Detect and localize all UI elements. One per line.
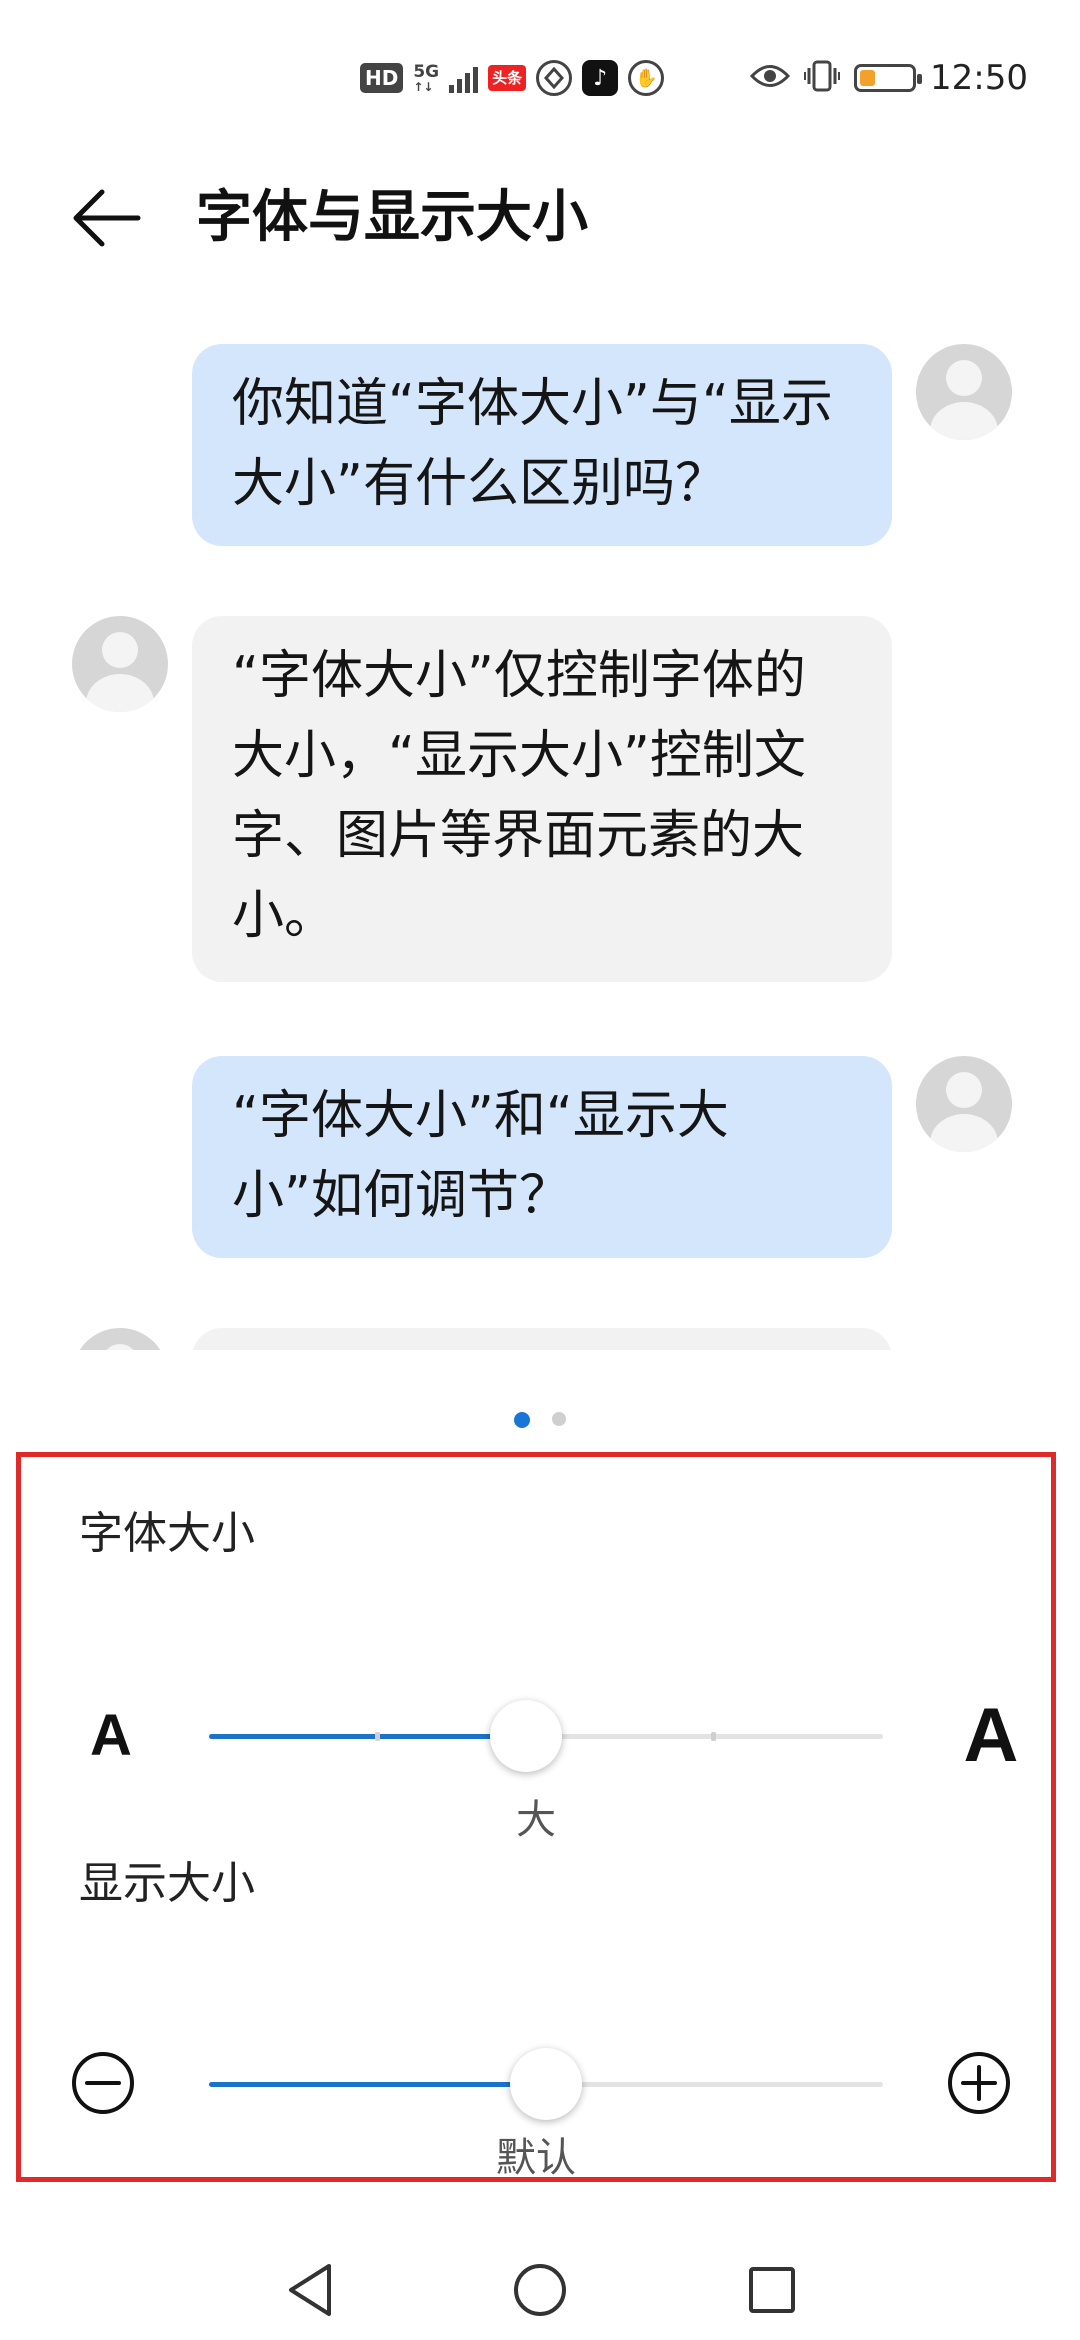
page-indicator (0, 1412, 1080, 1428)
font-size-value: 大 (516, 1797, 556, 1843)
status-right-icons: 12:50 (749, 56, 1028, 100)
chat-bubble-3: “字体大小”和“显示大小”如何调节？ (192, 1056, 892, 1258)
system-nav-bar (0, 2240, 1080, 2340)
nav-back-button[interactable] (270, 2250, 350, 2330)
display-size-slider[interactable] (209, 2048, 883, 2120)
page-dot-1[interactable] (514, 1412, 530, 1428)
display-size-slider-thumb[interactable] (510, 2048, 582, 2120)
toutiao-icon: 头条 (488, 65, 527, 91)
font-small-glyph: A (90, 1702, 132, 1768)
font-large-glyph: A (963, 1692, 1019, 1778)
nav-recents-button[interactable] (732, 2250, 812, 2330)
nav-home-button[interactable] (500, 2250, 580, 2330)
chat-text-2: “字体大小”仅控制字体的大小，“显示大小”控制文字、图片等界面元素的大小。 (232, 646, 806, 946)
font-size-tick-1 (375, 1732, 380, 1741)
battery-icon (854, 64, 923, 92)
back-arrow-icon (73, 189, 141, 247)
clock: 12:50 (930, 58, 1028, 98)
chat-bubble-1: 你知道“字体大小”与“显示大小”有什么区别吗？ (192, 344, 892, 546)
avatar-other (72, 616, 168, 712)
avatar-me-2 (916, 1056, 1012, 1152)
plus-circle-icon[interactable] (929, 2033, 1029, 2133)
display-size-label: 显示大小 (79, 1858, 255, 1909)
app-header: 字体与显示大小 (0, 150, 1080, 280)
chat-text-3: “字体大小”和“显示大小”如何调节？ (232, 1086, 729, 1226)
hd-icon: HD (360, 63, 404, 93)
status-bar: HD 5G ↑↓ 头条 ♪ ✋ 12:50 (0, 0, 1080, 150)
font-size-slider-fill (209, 1734, 526, 1739)
avatar-me (916, 344, 1012, 440)
app-icon (536, 60, 573, 96)
battery-level (860, 70, 876, 86)
network-type: 5G ↑↓ (413, 61, 440, 94)
home-circle-icon (514, 2264, 566, 2316)
font-size-label: 字体大小 (79, 1508, 255, 1559)
status-left-icons: HD 5G ↑↓ 头条 ♪ ✋ (360, 56, 665, 100)
avatar-other-2 (72, 1328, 168, 1350)
chat-bubble-4 (192, 1328, 892, 1350)
back-button[interactable] (62, 178, 152, 258)
back-triangle-icon (289, 2264, 331, 2316)
signal-icon (449, 63, 479, 93)
font-size-slider-thumb[interactable] (489, 1700, 562, 1772)
font-small-icon[interactable]: A (61, 1685, 161, 1785)
display-size-slider-fill (209, 2082, 546, 2087)
vibrate-icon (804, 58, 841, 98)
preview-chat[interactable]: 你知道“字体大小”与“显示大小”有什么区别吗？ “字体大小”仅控制字体的大小，“… (0, 330, 1080, 1350)
chat-bubble-2: “字体大小”仅控制字体的大小，“显示大小”控制文字、图片等界面元素的大小。 (192, 616, 892, 982)
hand-icon: ✋ (628, 60, 665, 96)
font-size-row: A A (21, 1685, 1051, 1785)
font-large-icon[interactable]: A (941, 1685, 1041, 1785)
network-label: 5G (413, 61, 440, 82)
page-dot-2[interactable] (552, 1412, 566, 1426)
chat-text-1: 你知道“字体大小”与“显示大小”有什么区别吗？ (232, 374, 833, 514)
minus-circle-icon[interactable] (53, 2033, 153, 2133)
font-size-slider[interactable] (209, 1700, 883, 1772)
display-size-row (21, 2033, 1051, 2133)
font-size-tick-2 (711, 1732, 716, 1741)
recents-square-icon (749, 2267, 795, 2313)
tiktok-icon: ♪ (582, 60, 619, 96)
page-title: 字体与显示大小 (196, 185, 588, 250)
screen: HD 5G ↑↓ 头条 ♪ ✋ 12:50 字体与显示大小 你知道“字体大小”与… (0, 0, 1080, 2340)
eye-icon (749, 61, 791, 95)
size-settings-panel: 字体大小 A A 大 显示大小 默认 (16, 1452, 1056, 2182)
network-activity: ↑↓ (413, 79, 434, 94)
display-size-value: 默认 (496, 2135, 576, 2181)
